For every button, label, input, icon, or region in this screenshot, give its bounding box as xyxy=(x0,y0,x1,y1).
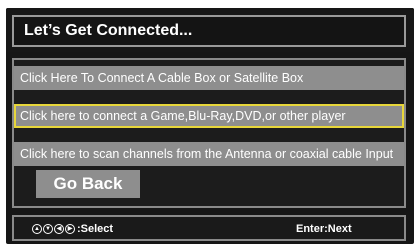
next-hint: Enter:Next xyxy=(296,223,352,235)
right-arrow-icon: ▶ xyxy=(65,224,75,234)
title-bar: Let’s Get Connected... xyxy=(6,8,414,52)
footer-hints: ▲ ▼ ◀ ▶ :Select Enter:Next xyxy=(12,215,406,241)
select-hint: ▲ ▼ ◀ ▶ :Select xyxy=(32,223,113,235)
nav-arrows-icon: ▲ ▼ ◀ ▶ xyxy=(32,224,76,234)
option-game-bluray-dvd[interactable]: Click here to connect a Game,Blu-Ray,DVD… xyxy=(14,104,404,128)
option-antenna-scan[interactable]: Click here to scan channels from the Ant… xyxy=(14,142,404,166)
tv-setup-screen: Let’s Get Connected... Click Here To Con… xyxy=(6,8,414,244)
down-arrow-icon: ▼ xyxy=(43,224,53,234)
go-back-button[interactable]: Go Back xyxy=(36,170,140,198)
select-hint-label: :Select xyxy=(77,223,114,235)
up-arrow-icon: ▲ xyxy=(32,224,42,234)
left-arrow-icon: ◀ xyxy=(54,224,64,234)
option-cable-satellite[interactable]: Click Here To Connect A Cable Box or Sat… xyxy=(14,66,404,90)
page-title: Let’s Get Connected... xyxy=(12,15,406,47)
